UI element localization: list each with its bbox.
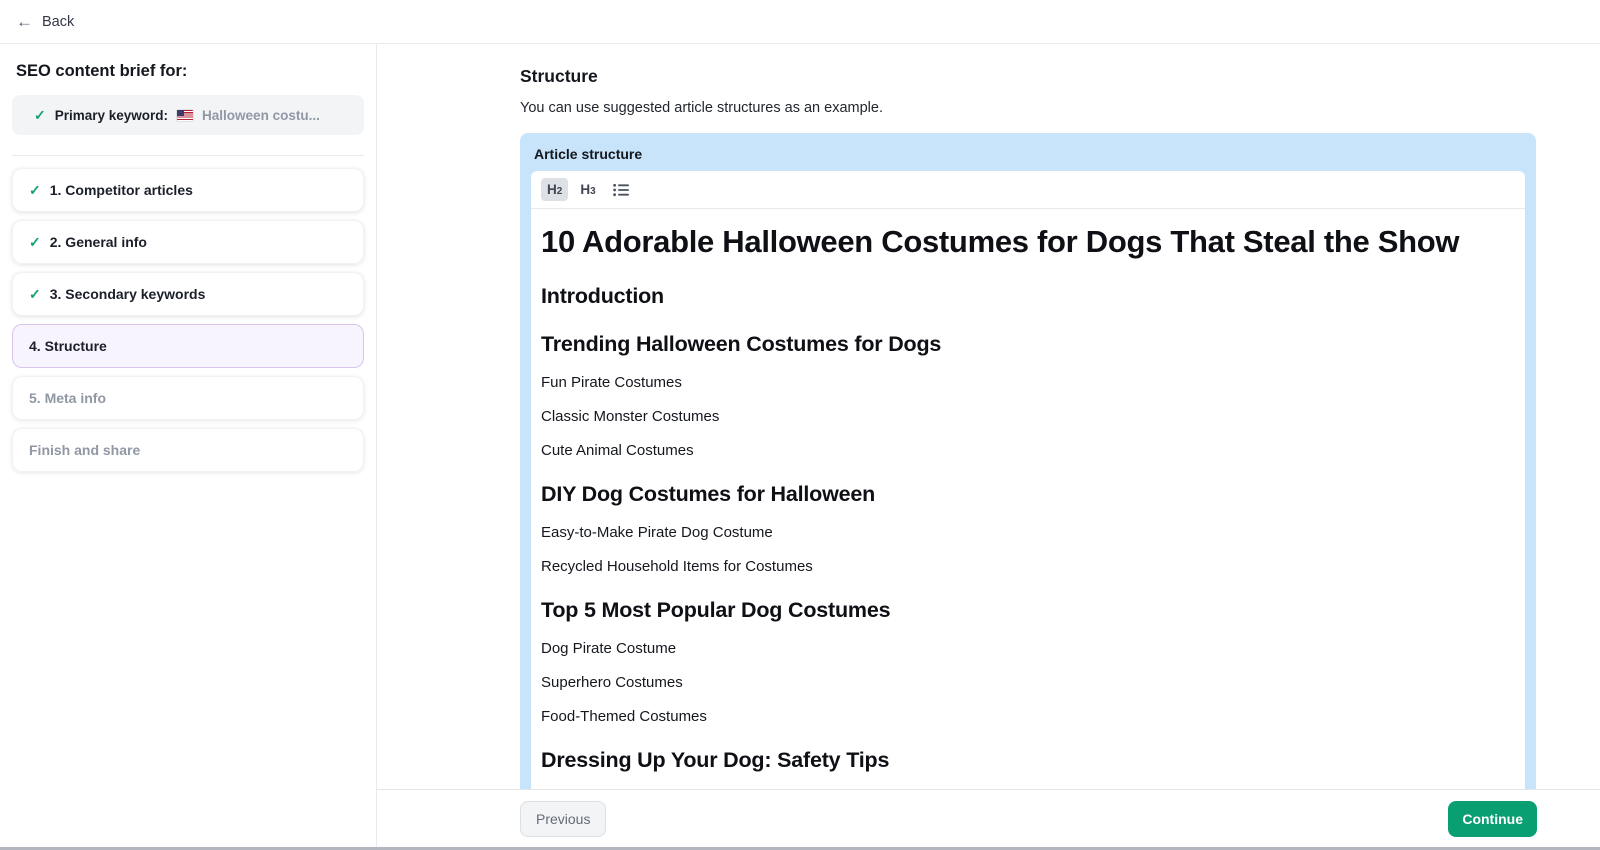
bullet-list-icon: [613, 183, 629, 197]
sidebar-step-item[interactable]: ✓ 5. Meta info: [12, 376, 364, 420]
outline-item: Dog Pirate Costume: [541, 640, 1515, 657]
h3-button-sub: 3: [590, 186, 596, 197]
continue-button[interactable]: Continue: [1448, 801, 1537, 837]
h2-format-button[interactable]: H2: [541, 178, 568, 201]
check-icon: ✓: [29, 235, 41, 249]
outline-item: Superhero Costumes: [541, 674, 1515, 691]
outline-item: Introduction: [541, 284, 1515, 309]
main-content: Structure You can use suggested article …: [377, 44, 1600, 847]
step-label: 5. Meta info: [29, 390, 106, 406]
back-label: Back: [42, 14, 74, 30]
sidebar-step-item[interactable]: ✓ 4. Structure: [12, 324, 364, 368]
sidebar-step-item[interactable]: ✓ 2. General info: [12, 220, 364, 264]
article-structure-label: Article structure: [534, 146, 1525, 162]
outline-item: Cute Animal Costumes: [541, 442, 1515, 459]
bullet-list-button[interactable]: [608, 179, 634, 201]
outline-item: DIY Dog Costumes for Halloween: [541, 482, 1515, 507]
step-label: Finish and share: [29, 442, 140, 458]
outline-item: Trending Halloween Costumes for Dogs: [541, 332, 1515, 357]
primary-keyword-label: Primary keyword:: [55, 108, 168, 123]
topbar: ← Back: [0, 0, 1600, 44]
outline-item: Easy-to-Make Pirate Dog Costume: [541, 524, 1515, 541]
primary-keyword-value: Halloween costu...: [202, 108, 320, 123]
sidebar-step-item[interactable]: ✓ Finish and share: [12, 428, 364, 472]
article-structure-card: Article structure H2 H3: [520, 133, 1536, 789]
h2-button-sub: 2: [557, 186, 563, 197]
sidebar-divider: [12, 155, 364, 156]
back-button[interactable]: ← Back: [16, 13, 74, 30]
article-outline: 10 Adorable Halloween Costumes for Dogs …: [531, 209, 1525, 789]
structure-step-panel: Structure You can use suggested article …: [377, 44, 1600, 789]
sidebar-step-item[interactable]: ✓ 3. Secondary keywords: [12, 272, 364, 316]
outline-item: Fun Pirate Costumes: [541, 374, 1515, 391]
check-icon: ✓: [29, 287, 41, 301]
sidebar-title: SEO content brief for:: [16, 62, 360, 81]
previous-button[interactable]: Previous: [520, 801, 606, 837]
outline-item: Classic Monster Costumes: [541, 408, 1515, 425]
primary-keyword-chip[interactable]: ✓ Primary keyword: Halloween costu...: [12, 95, 364, 135]
step-label: 4. Structure: [29, 338, 107, 354]
structure-editor[interactable]: H2 H3: [531, 171, 1525, 789]
h2-button-label: H: [547, 182, 557, 197]
sidebar-step-item[interactable]: ✓ 1. Competitor articles: [12, 168, 364, 212]
outline-item: Food-Themed Costumes: [541, 708, 1515, 725]
h3-button-label: H: [580, 182, 590, 197]
page-subtitle: You can use suggested article structures…: [520, 100, 1536, 116]
step-list: ✓ 1. Competitor articles ✓ 2. General in…: [12, 168, 364, 472]
step-label: 1. Competitor articles: [50, 182, 193, 198]
article-h1: 10 Adorable Halloween Costumes for Dogs …: [541, 224, 1501, 261]
wizard-footer: Previous Continue: [377, 789, 1600, 847]
step-label: 2. General info: [50, 234, 147, 250]
check-icon: ✓: [34, 108, 46, 122]
back-arrow-icon: ←: [16, 13, 33, 30]
outline-item: Recycled Household Items for Costumes: [541, 558, 1515, 575]
outline-item: Dressing Up Your Dog: Safety Tips: [541, 748, 1515, 773]
outline-list: Introduction Trending Halloween Costumes…: [541, 284, 1515, 789]
us-flag-icon: [177, 110, 193, 121]
brief-steps-sidebar: SEO content brief for: ✓ Primary keyword…: [0, 44, 377, 847]
editor-toolbar: H2 H3: [531, 171, 1525, 209]
seo-content-brief-page: ← Back SEO content brief for: ✓ Primary …: [0, 0, 1600, 850]
outline-item: Top 5 Most Popular Dog Costumes: [541, 598, 1515, 623]
check-icon: ✓: [29, 183, 41, 197]
page-title: Structure: [520, 66, 1536, 87]
h3-format-button[interactable]: H3: [574, 178, 601, 201]
step-label: 3. Secondary keywords: [50, 286, 206, 302]
